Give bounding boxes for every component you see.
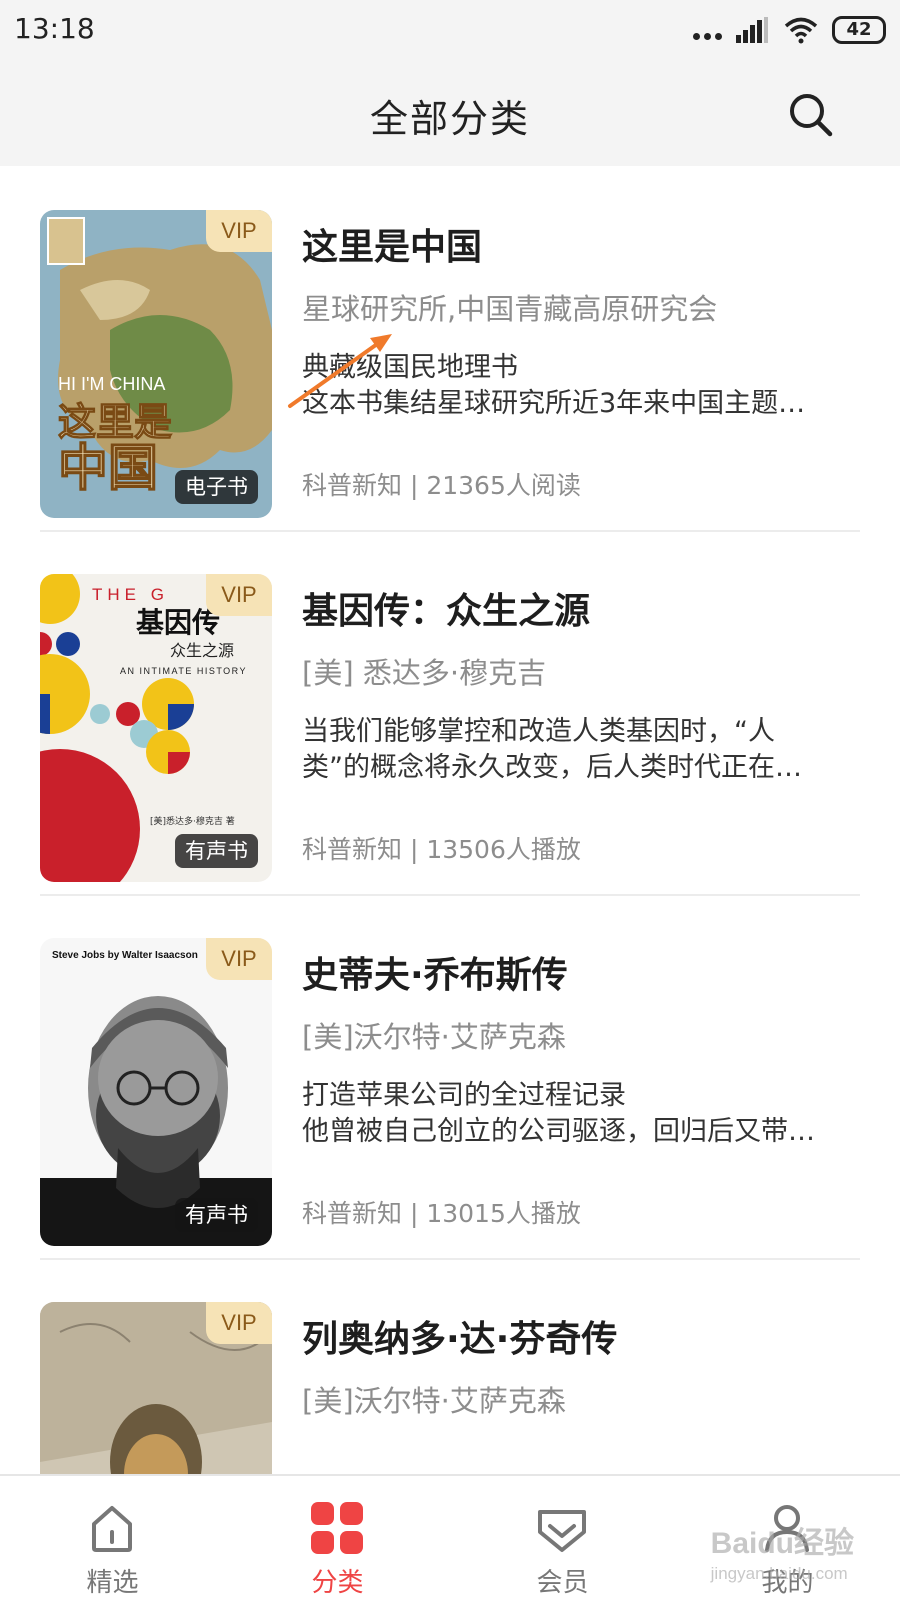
cover-subtitle: HI I'M CHINA bbox=[58, 374, 165, 394]
desc-line: 类”的概念将永久改变，后人类时代正在… bbox=[302, 752, 802, 783]
type-badge: 有声书 bbox=[175, 834, 258, 868]
book-meta: 科普新知 | 21365人阅读 bbox=[302, 471, 581, 500]
cover-title: 基因传 bbox=[136, 606, 220, 639]
book-author: [美]沃尔特·艾萨克森 bbox=[302, 1020, 566, 1054]
type-badge: 有声书 bbox=[175, 1198, 258, 1232]
watermark: Baidu经验 jingyan.baidu.com bbox=[711, 1518, 854, 1584]
battery-icon: 42 bbox=[832, 16, 886, 44]
book-description: 典藏级国民地理书 这本书集结星球研究所近3年来中国主题… bbox=[302, 350, 862, 422]
book-description: 打造苹果公司的全过程记录 他曾被自己创立的公司驱逐，回归后又带… bbox=[302, 1078, 862, 1150]
book-cover[interactable]: VIP bbox=[40, 1302, 272, 1474]
book-description: 当我们能够掌控和改造人类基因时，“人 类”的概念将永久改变，后人类时代正在… bbox=[302, 714, 862, 786]
vip-badge: VIP bbox=[206, 574, 272, 616]
book-item[interactable]: Steve Jobs by Walter Isaacson VIP 有声书 史蒂… bbox=[40, 894, 862, 1260]
nav-label: 会员 bbox=[536, 1568, 589, 1598]
book-title[interactable]: 史蒂夫·乔布斯传 bbox=[302, 946, 862, 998]
book-item[interactable]: THE G 基因传 众生之源 AN INTIMATE HISTORY [美]悉达… bbox=[40, 530, 862, 896]
page-title: 全部分类 bbox=[369, 97, 530, 141]
svg-text:这里是: 这里是 bbox=[58, 400, 172, 444]
desc-line: 典藏级国民地理书 bbox=[302, 352, 518, 383]
vip-diamond-icon bbox=[538, 1510, 586, 1552]
nav-item-featured[interactable]: 精选 bbox=[0, 1476, 225, 1600]
book-cover[interactable]: THE G 基因传 众生之源 AN INTIMATE HISTORY [美]悉达… bbox=[40, 574, 272, 882]
nav-label: 分类 bbox=[311, 1568, 364, 1598]
desc-line: 他曾被自己创立的公司驱逐，回归后又带… bbox=[302, 1116, 815, 1147]
cover-subtitle: 众生之源 bbox=[170, 641, 234, 660]
home-icon bbox=[92, 1506, 132, 1552]
cover-top-text: THE G bbox=[92, 585, 169, 604]
dots-icon bbox=[693, 20, 722, 40]
book-meta: 科普新知 | 13506人播放 bbox=[302, 835, 581, 864]
vip-badge: VIP bbox=[206, 210, 272, 252]
nav-item-vip[interactable]: 会员 bbox=[450, 1476, 675, 1600]
type-badge: 电子书 bbox=[175, 470, 258, 504]
category-grid-icon bbox=[311, 1502, 363, 1554]
book-author: [美]沃尔特·艾萨克森 bbox=[302, 1384, 566, 1418]
cover-title: Steve Jobs by Walter Isaacson bbox=[52, 950, 198, 961]
book-title[interactable]: 这里是中国 bbox=[302, 218, 862, 270]
vip-badge: VIP bbox=[206, 1302, 272, 1344]
search-icon[interactable] bbox=[786, 90, 834, 138]
nav-item-category[interactable]: 分类 bbox=[225, 1476, 450, 1600]
svg-text:中国: 中国 bbox=[58, 439, 158, 497]
book-author: [美] 悉达多·穆克吉 bbox=[302, 656, 547, 690]
signal-icon bbox=[736, 17, 768, 43]
cover-en: AN INTIMATE HISTORY bbox=[120, 666, 247, 676]
vip-badge: VIP bbox=[206, 938, 272, 980]
book-author: 星球研究所,中国青藏高原研究会 bbox=[302, 292, 718, 326]
status-icons: 42 bbox=[693, 14, 886, 46]
desc-line: 这本书集结星球研究所近3年来中国主题… bbox=[302, 388, 806, 419]
header: 全部分类 bbox=[0, 62, 900, 166]
desc-line: 当我们能够掌控和改造人类基因时，“人 bbox=[302, 716, 775, 747]
svg-text:[美]悉达多·穆克吉 著: [美]悉达多·穆克吉 著 bbox=[150, 815, 235, 827]
nav-label: 精选 bbox=[86, 1568, 139, 1598]
status-bar: 13:18 42 bbox=[0, 0, 900, 62]
watermark-sub: jingyan.baidu.com bbox=[710, 1564, 848, 1583]
book-title[interactable]: 列奥纳多·达·芬奇传 bbox=[302, 1310, 860, 1362]
book-title[interactable]: 基因传：众生之源 bbox=[302, 582, 862, 634]
book-cover[interactable]: HI I'M CHINA 这里是 中国 VIP 电子书 bbox=[40, 210, 272, 518]
book-meta: 科普新知 | 13015人播放 bbox=[302, 1199, 581, 1228]
book-item[interactable]: HI I'M CHINA 这里是 中国 VIP 电子书 这里是中国 星球研究所,… bbox=[40, 166, 862, 532]
wifi-icon bbox=[784, 17, 818, 44]
book-cover[interactable]: Steve Jobs by Walter Isaacson VIP 有声书 bbox=[40, 938, 272, 1246]
desc-line: 打造苹果公司的全过程记录 bbox=[302, 1080, 626, 1111]
book-item[interactable]: VIP 列奥纳多·达·芬奇传 [美]沃尔特·艾萨克森 bbox=[40, 1258, 860, 1474]
watermark-text: Baidu经验 bbox=[710, 1527, 854, 1560]
status-time: 13:18 bbox=[14, 12, 95, 45]
